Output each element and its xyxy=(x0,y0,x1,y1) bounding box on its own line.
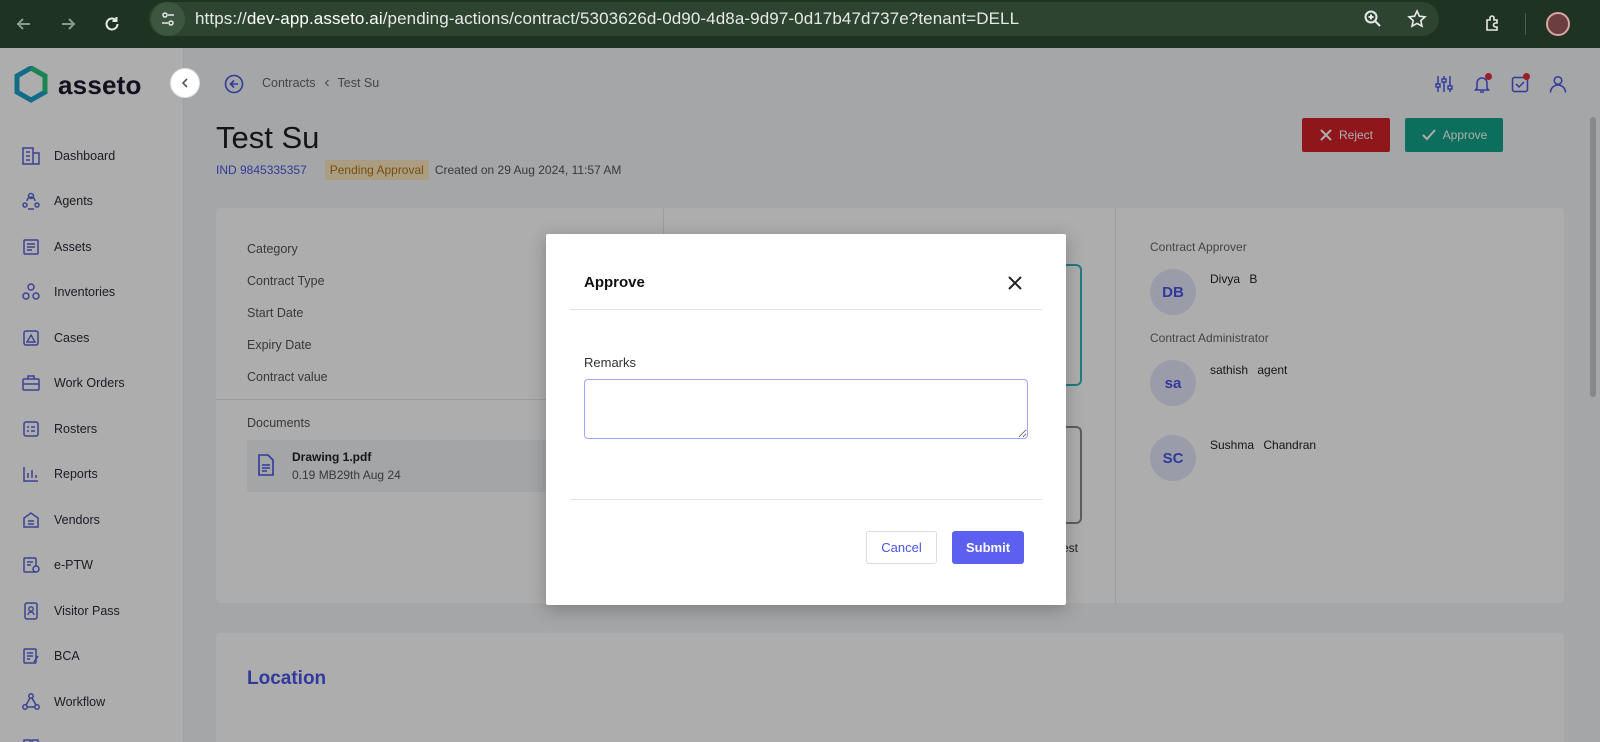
star-icon xyxy=(1407,9,1427,28)
url-prefix: https:// xyxy=(195,9,247,28)
dialog-title: Approve xyxy=(584,274,645,291)
browser-toolbar: https://dev-app.asseto.ai/pending-action… xyxy=(0,0,1600,48)
remarks-input[interactable] xyxy=(584,379,1028,439)
zoom-icon xyxy=(1364,10,1381,27)
extensions-button[interactable] xyxy=(1471,6,1515,42)
reload-icon xyxy=(105,17,119,31)
profile-button[interactable] xyxy=(1536,6,1580,42)
browser-forward-button[interactable] xyxy=(46,6,90,42)
remarks-label: Remarks xyxy=(584,355,637,370)
browser-back-button[interactable] xyxy=(2,6,46,42)
cancel-button[interactable]: Cancel xyxy=(866,531,937,564)
site-info-button[interactable] xyxy=(151,2,185,36)
arrow-left-icon xyxy=(16,18,30,30)
address-bar[interactable]: https://dev-app.asseto.ai/pending-action… xyxy=(149,2,1439,36)
browser-reload-button[interactable] xyxy=(90,6,134,42)
arrow-right-icon xyxy=(62,18,76,30)
chevron-left-icon xyxy=(181,78,188,88)
approve-dialog: Approve Remarks Cancel Submit xyxy=(546,234,1066,605)
zoom-button[interactable] xyxy=(1351,1,1395,37)
url-text: https://dev-app.asseto.ai/pending-action… xyxy=(195,9,1019,29)
dialog-close-button[interactable] xyxy=(1004,272,1026,294)
tune-icon xyxy=(162,12,174,26)
url-host: dev-app.asseto.ai xyxy=(246,9,383,28)
sidebar-collapse-button[interactable] xyxy=(170,68,200,98)
puzzle-icon xyxy=(1486,15,1498,31)
bookmark-button[interactable] xyxy=(1395,1,1439,37)
submit-button[interactable]: Submit xyxy=(952,531,1024,564)
dialog-divider xyxy=(570,499,1042,500)
profile-avatar xyxy=(1546,12,1570,36)
url-path: /pending-actions/contract/5303626d-0d90-… xyxy=(382,9,1020,28)
toolbar-separator xyxy=(1525,13,1526,35)
url-actions xyxy=(1351,2,1439,36)
close-icon xyxy=(1008,276,1022,290)
dialog-divider xyxy=(570,309,1042,310)
browser-right-actions xyxy=(1471,0,1600,48)
